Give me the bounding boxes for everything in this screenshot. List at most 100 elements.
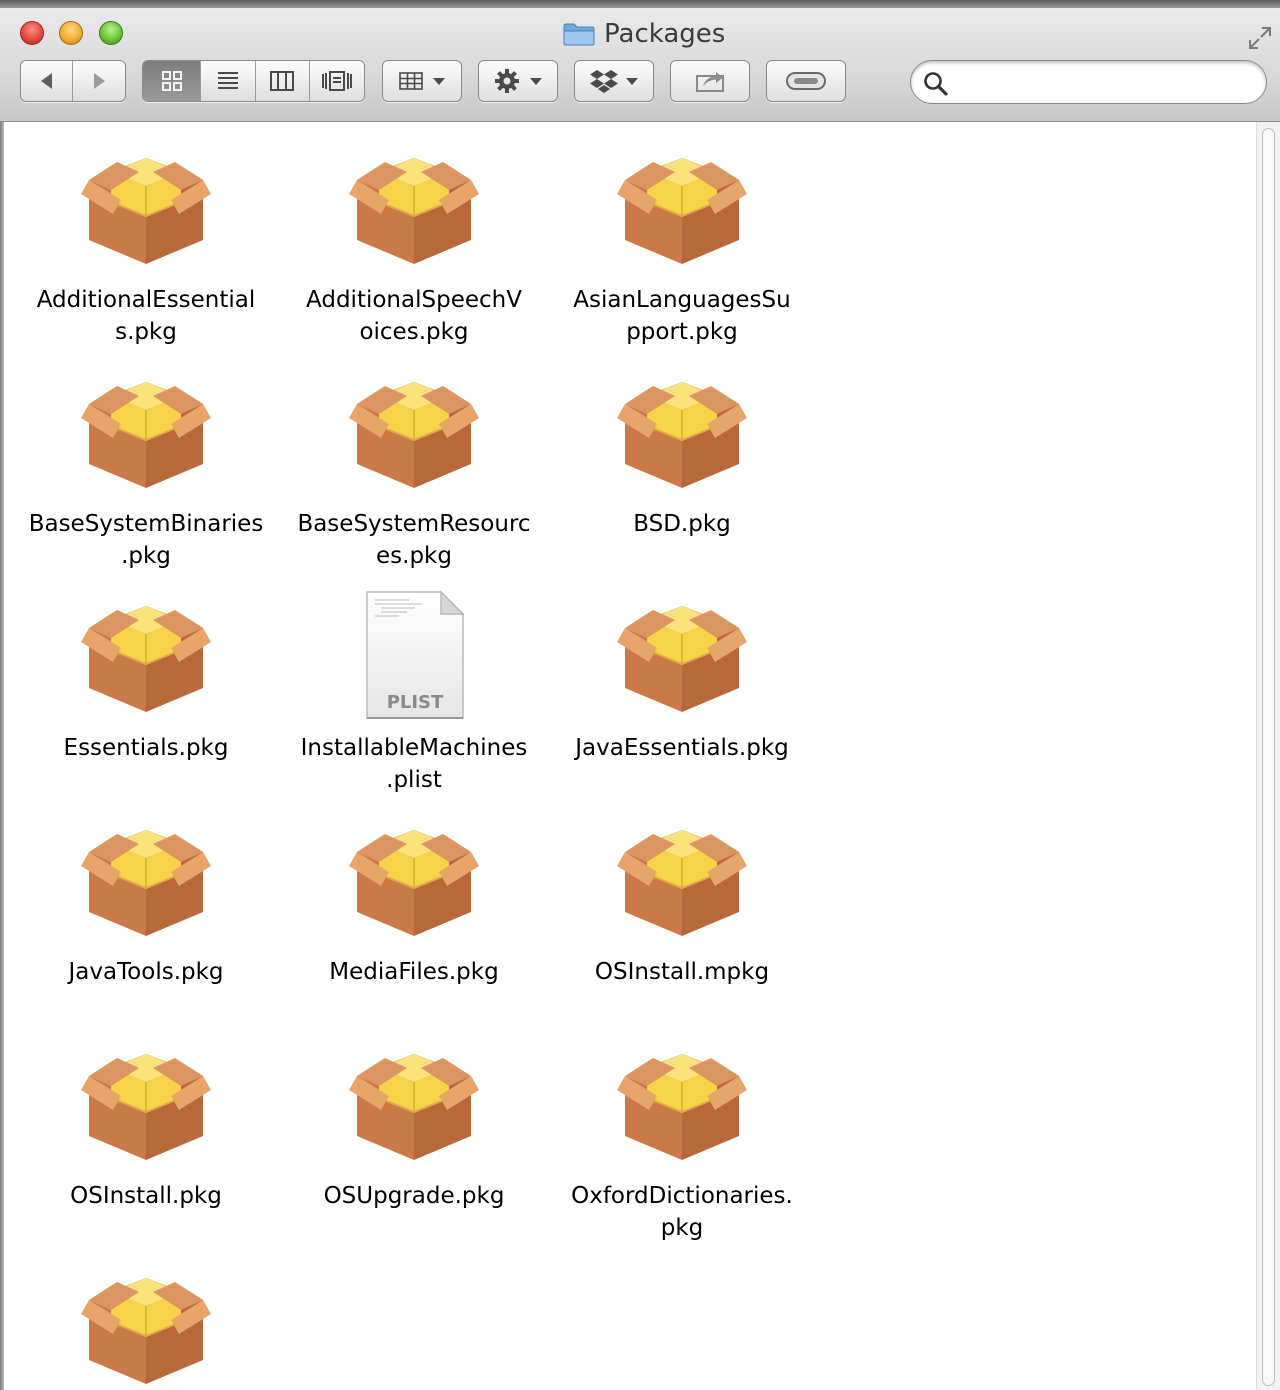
file-item-package[interactable]: AdditionalEssential s.pkg xyxy=(26,142,266,348)
file-name-label: AdditionalSpeechV oices.pkg xyxy=(294,284,534,348)
file-item-package[interactable]: BSD.pkg xyxy=(562,366,802,540)
finder-window: Packages AdditionalEssential s.pkg Addit… xyxy=(0,0,1280,1390)
file-item-plist[interactable]: PLIST InstallableMachines .plist xyxy=(294,590,534,796)
tag-toggle-icon xyxy=(786,72,826,90)
package-box-icon xyxy=(617,142,747,272)
package-box-icon xyxy=(349,142,479,272)
back-arrow-icon xyxy=(40,73,52,89)
file-name-line: oices.pkg xyxy=(359,319,469,345)
file-name-label: OxfordDictionaries. pkg xyxy=(562,1180,802,1244)
back-forward-control xyxy=(20,60,126,102)
file-name-line: JavaEssentials.pkg xyxy=(575,735,789,761)
cover-flow-icon xyxy=(321,71,352,91)
dropbox-button[interactable] xyxy=(574,60,654,102)
close-button[interactable] xyxy=(20,21,44,45)
chevron-down-icon xyxy=(626,78,638,85)
package-box-icon xyxy=(617,366,747,496)
gear-icon xyxy=(495,69,519,93)
file-name-label: JavaEssentials.pkg xyxy=(562,732,802,764)
file-item-package[interactable]: OSUpgrade.pkg xyxy=(294,1038,534,1212)
file-name-label: AsianLanguagesSu pport.pkg xyxy=(562,284,802,348)
package-box-icon xyxy=(617,1038,747,1168)
file-name-label: InstallableMachines .plist xyxy=(294,732,534,796)
file-item-package[interactable]: JavaEssentials.pkg xyxy=(562,590,802,764)
window-title: Packages xyxy=(563,17,725,51)
file-name-label: Essentials.pkg xyxy=(26,732,266,764)
tags-button[interactable] xyxy=(766,60,846,102)
file-name-label: BaseSystemResourc es.pkg xyxy=(294,508,534,572)
list-view-button[interactable] xyxy=(201,61,256,101)
chevron-down-icon xyxy=(433,78,445,85)
file-name-line: es.pkg xyxy=(376,543,452,569)
file-name-label: AdditionalEssential s.pkg xyxy=(26,284,266,348)
file-item-package[interactable]: MediaFiles.pkg xyxy=(294,814,534,988)
package-box-icon xyxy=(81,814,211,944)
file-name-line: Essentials.pkg xyxy=(63,735,229,761)
file-item-package[interactable]: AdditionalSpeechV oices.pkg xyxy=(294,142,534,348)
action-button[interactable] xyxy=(478,60,558,102)
file-item-package[interactable]: JavaTools.pkg xyxy=(26,814,266,988)
package-box-icon xyxy=(349,814,479,944)
window-title-text: Packages xyxy=(604,19,726,49)
file-name-line: OSInstall.pkg xyxy=(70,1183,222,1209)
forward-button[interactable] xyxy=(73,61,125,101)
back-button[interactable] xyxy=(21,61,74,101)
icon-view-button[interactable] xyxy=(143,61,202,101)
file-name-line: .plist xyxy=(386,767,442,793)
file-name-label: BaseSystemBinaries .pkg xyxy=(26,508,266,572)
file-name-line: JavaTools.pkg xyxy=(68,959,224,985)
file-item-package[interactable] xyxy=(26,1262,266,1390)
view-mode-control xyxy=(142,60,365,102)
file-name-label: OSUpgrade.pkg xyxy=(294,1180,534,1212)
menu-bar-strip xyxy=(0,0,1280,8)
file-item-package[interactable]: OSInstall.pkg xyxy=(26,1038,266,1212)
search-icon xyxy=(924,72,948,96)
minimize-button[interactable] xyxy=(59,21,83,45)
package-box-icon xyxy=(81,1262,211,1390)
file-item-package[interactable]: OxfordDictionaries. pkg xyxy=(562,1038,802,1244)
file-name-label: OSInstall.mpkg xyxy=(562,956,802,988)
file-name-label: BSD.pkg xyxy=(562,508,802,540)
arrange-grid-icon xyxy=(399,72,423,90)
file-name-line: AdditionalSpeechV xyxy=(306,287,522,313)
scrollbar-thumb[interactable] xyxy=(1262,128,1275,1386)
search-input[interactable] xyxy=(957,67,1256,99)
share-icon xyxy=(696,72,724,92)
file-item-package[interactable]: BaseSystemBinaries .pkg xyxy=(26,366,266,572)
package-box-icon xyxy=(81,1038,211,1168)
dropbox-icon xyxy=(590,70,618,93)
file-name-line: .pkg xyxy=(121,543,171,569)
column-view-icon xyxy=(270,71,295,91)
search-field[interactable] xyxy=(910,60,1267,104)
zoom-button[interactable] xyxy=(99,21,123,45)
file-name-line: AsianLanguagesSu xyxy=(573,287,791,313)
forward-arrow-icon xyxy=(94,73,105,89)
plist-document-icon: PLIST xyxy=(349,590,479,720)
package-box-icon xyxy=(81,590,211,720)
file-name-line: MediaFiles.pkg xyxy=(329,959,499,985)
column-view-button[interactable] xyxy=(256,61,310,101)
plist-badge-text: PLIST xyxy=(387,692,444,713)
chevron-down-icon xyxy=(530,78,542,85)
file-name-label: OSInstall.pkg xyxy=(26,1180,266,1212)
file-name-line: pport.pkg xyxy=(626,319,738,345)
file-name-line: InstallableMachines xyxy=(300,735,528,761)
package-box-icon xyxy=(349,1038,479,1168)
share-button[interactable] xyxy=(670,60,750,102)
file-name-line: BSD.pkg xyxy=(633,511,731,537)
vertical-scrollbar[interactable] xyxy=(1256,122,1280,1390)
arrange-button[interactable] xyxy=(382,60,462,102)
file-item-package[interactable]: OSInstall.mpkg xyxy=(562,814,802,988)
file-item-package[interactable]: AsianLanguagesSu pport.pkg xyxy=(562,142,802,348)
cover-flow-button[interactable] xyxy=(310,61,365,101)
file-name-line: OSUpgrade.pkg xyxy=(323,1183,505,1209)
file-item-package[interactable]: Essentials.pkg xyxy=(26,590,266,764)
list-view-icon xyxy=(218,72,239,89)
file-name-label: MediaFiles.pkg xyxy=(294,956,534,988)
file-name-line: pkg xyxy=(660,1215,704,1241)
fullscreen-icon[interactable] xyxy=(1246,24,1274,52)
package-box-icon xyxy=(617,590,747,720)
file-name-line: AdditionalEssential xyxy=(36,287,256,313)
file-name-label: JavaTools.pkg xyxy=(26,956,266,988)
file-item-package[interactable]: BaseSystemResourc es.pkg xyxy=(294,366,534,572)
